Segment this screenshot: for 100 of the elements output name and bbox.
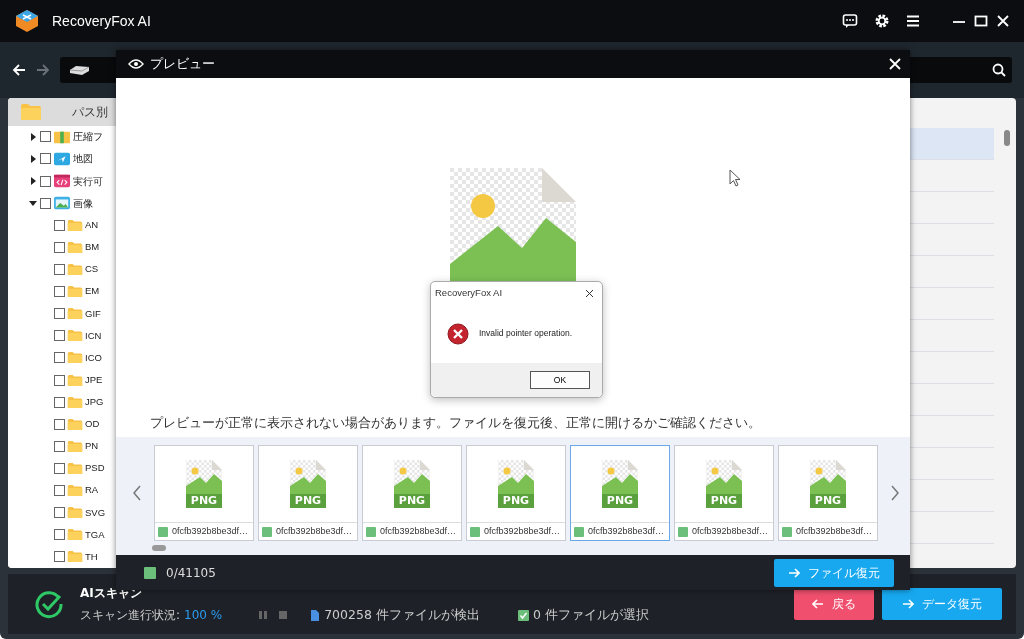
tree-label[interactable]: BM	[85, 240, 100, 255]
file-name: 0fcfb392b8be3df…	[380, 524, 457, 538]
selection-counter: 0/41105	[166, 564, 216, 582]
found-count: 700258 件ファイルが検出	[324, 605, 480, 624]
checkbox[interactable]	[54, 462, 65, 474]
stop-icon[interactable]	[278, 610, 289, 620]
thumbnail-card[interactable]: PNG 0fcfb392b8be3df…	[778, 445, 878, 541]
checkbox[interactable]	[54, 374, 65, 386]
folder-icon	[67, 307, 83, 321]
tree-label[interactable]: JPG	[85, 395, 104, 410]
error-message: Invalid pointer operation.	[479, 327, 573, 340]
tree-label[interactable]: PN	[85, 439, 99, 454]
eye-icon	[128, 58, 144, 70]
tree-label[interactable]: 圧縮フ	[73, 129, 103, 145]
thumbnail-card[interactable]: PNG 0fcfb392b8be3df…	[466, 445, 566, 541]
thumbnail-card[interactable]: PNG 0fcfb392b8be3df…	[362, 445, 462, 541]
file-type-label: PNG	[290, 494, 326, 508]
image-file-icon	[496, 460, 536, 494]
scrollbar-thumb[interactable]	[152, 545, 166, 551]
tree-label[interactable]: ICN	[85, 328, 102, 343]
tree-label[interactable]: RA	[85, 483, 99, 498]
pause-icon[interactable]	[258, 610, 269, 620]
tree-label[interactable]: CS	[85, 262, 99, 277]
file-name: 0fcfb392b8be3df…	[692, 524, 769, 538]
back-arrow-icon[interactable]	[12, 63, 26, 77]
checkbox[interactable]	[262, 526, 272, 537]
folder-icon	[67, 262, 83, 276]
chevron-left-icon[interactable]	[132, 485, 142, 501]
right-arrow-icon	[902, 598, 914, 610]
close-icon[interactable]	[585, 288, 594, 298]
thumbnail-card[interactable]: PNG 0fcfb392b8be3df…	[154, 445, 254, 541]
menu-icon[interactable]	[906, 14, 920, 28]
tree-label[interactable]: 画像	[73, 195, 93, 211]
expand-triangle-icon[interactable]	[28, 131, 38, 142]
checkbox[interactable]	[40, 175, 51, 187]
checkbox[interactable]	[54, 308, 65, 320]
scrollbar-thumb[interactable]	[1004, 130, 1010, 146]
checkbox[interactable]	[574, 526, 584, 537]
checkbox[interactable]	[40, 131, 51, 143]
tree-label[interactable]: TGA	[85, 527, 105, 542]
folder-icon	[67, 395, 83, 409]
expand-triangle-icon[interactable]	[28, 176, 38, 187]
file-name: 0fcfb392b8be3df…	[796, 524, 873, 538]
search-icon	[992, 63, 1006, 77]
tree-label[interactable]: TH	[85, 549, 98, 564]
thumbnail-card[interactable]: PNG 0fcfb392b8be3df…	[674, 445, 774, 541]
image-file-icon	[600, 460, 640, 494]
tree-label[interactable]: OD	[85, 417, 100, 432]
checkbox[interactable]	[54, 551, 65, 563]
folder-icon	[67, 351, 83, 365]
checkbox[interactable]	[54, 440, 65, 452]
dialog-title: プレビュー	[150, 54, 215, 73]
forward-arrow-icon[interactable]	[36, 63, 50, 77]
tree-label[interactable]: 地図	[73, 151, 93, 167]
checkbox[interactable]	[54, 396, 65, 408]
checkbox[interactable]	[54, 219, 65, 231]
tree-label[interactable]: ICO	[85, 350, 102, 366]
tree-label[interactable]: EM	[85, 284, 100, 299]
image-file-icon	[704, 460, 744, 494]
checkbox[interactable]	[54, 352, 65, 364]
tree-label[interactable]: JPE	[85, 372, 103, 388]
tree-label[interactable]: PSD	[85, 461, 105, 476]
settings-icon[interactable]	[874, 13, 890, 29]
right-arrow-icon	[788, 566, 800, 579]
checkbox[interactable]	[144, 566, 156, 579]
image-file-icon	[392, 460, 432, 494]
checkbox[interactable]	[54, 529, 65, 541]
checkbox[interactable]	[40, 197, 51, 209]
checkbox[interactable]	[54, 286, 65, 298]
checkbox[interactable]	[470, 526, 480, 537]
checkbox[interactable]	[158, 526, 168, 537]
chat-icon[interactable]	[842, 13, 858, 29]
folder-icon	[67, 417, 83, 431]
folder-icon	[67, 461, 83, 475]
tree-label[interactable]: SVG	[85, 505, 106, 520]
checkbox-icon	[517, 609, 529, 621]
thumbnail-card[interactable]: PNG 0fcfb392b8be3df…	[570, 445, 670, 541]
checkbox[interactable]	[54, 418, 65, 430]
tree-label[interactable]: GIF	[85, 306, 101, 321]
checkbox[interactable]	[54, 241, 65, 253]
checkbox[interactable]	[54, 330, 65, 342]
tree-label[interactable]: AN	[85, 218, 99, 233]
checkbox[interactable]	[366, 526, 376, 537]
chevron-right-icon[interactable]	[890, 485, 900, 501]
tree-label[interactable]: 実行可	[73, 173, 103, 189]
drive-icon	[68, 64, 90, 76]
checkbox[interactable]	[54, 507, 65, 519]
ok-button[interactable]: OK	[530, 371, 590, 389]
maximize-icon[interactable]	[974, 14, 988, 28]
thumbnail-card[interactable]: PNG 0fcfb392b8be3df…	[258, 445, 358, 541]
checkbox[interactable]	[54, 485, 65, 497]
expand-triangle-icon[interactable]	[28, 153, 38, 164]
file-name: 0fcfb392b8be3df…	[172, 524, 249, 538]
checkmark-circle-icon	[34, 589, 64, 619]
checkbox[interactable]	[40, 153, 51, 165]
checkbox[interactable]	[782, 526, 792, 537]
checkbox[interactable]	[54, 263, 65, 275]
checkbox[interactable]	[678, 526, 688, 537]
file-type-label: PNG	[394, 494, 430, 508]
sidebar-header: パス別	[72, 103, 108, 121]
